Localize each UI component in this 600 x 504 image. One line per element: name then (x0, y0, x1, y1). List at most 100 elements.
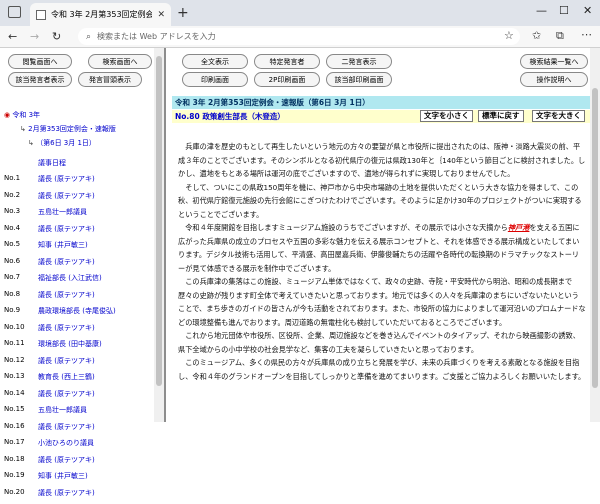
tree-session-label: 2月第353回定例会・速報版 (28, 125, 116, 133)
two-speakers-button[interactable]: 二発言表示 (326, 54, 392, 69)
meeting-header: 令和 3年 2月第353回定例会・速報版（第6日 3月 1日） (172, 96, 590, 109)
print-2p-button[interactable]: 2P印刷画面 (254, 72, 320, 87)
speaker-name[interactable]: 議長 (原テツアキ) (38, 422, 95, 432)
text-reset-button[interactable]: 標準に戻す (478, 110, 524, 122)
speech-body: 兵庫の津を歴史のもとして再生したいという地元の方々の要望が県と市役所に提出された… (178, 140, 586, 383)
text-larger-button[interactable]: 文字を大きく (532, 110, 585, 122)
speech-number: No.80 (175, 112, 200, 121)
speaker-name[interactable]: 議長 (原テツアキ) (38, 191, 95, 201)
collections-icon[interactable]: ⧉ (556, 29, 564, 43)
speaker-number: No.16 (4, 421, 25, 430)
speech-paragraph: このミュージアム、多くの県民の方々が兵庫県の成り立ちと発展を学び、未来の兵庫づく… (178, 358, 586, 381)
tree-day[interactable]: ↳ （第6日 3月 1日） (28, 138, 96, 148)
speaker-name[interactable]: 議長 (原テツアキ) (38, 290, 95, 300)
more-menu-icon[interactable]: ⋯ (581, 28, 592, 41)
circle-bullet-icon: ◉ (4, 111, 11, 119)
tree-day-label: （第6日 3月 1日） (36, 139, 96, 147)
speaker-list-item[interactable]: No.3 五島壮一郎議員 (0, 207, 155, 223)
speaker-name[interactable]: 知事 (井戸敏三) (38, 240, 88, 250)
keyword-link[interactable]: 神戸港 (508, 223, 530, 232)
minimize-icon[interactable]: — (536, 4, 547, 17)
speaker-name[interactable]: 議長 (原テツアキ) (38, 488, 95, 498)
speaker-list-item[interactable]: No.9 農政環境部長 (寺尾俊弘) (0, 306, 155, 322)
speaker-list-item[interactable]: No.16 議長 (原テツアキ) (0, 422, 155, 438)
speaker-name[interactable]: 議長 (原テツアキ) (38, 455, 95, 465)
favorites-icon[interactable]: ✩ (532, 29, 541, 42)
speaker-name[interactable]: 五島壮一郎議員 (38, 207, 87, 217)
speaker-list-item[interactable]: No.14 議長 (原テツアキ) (0, 389, 155, 405)
right-scrollbar[interactable] (590, 48, 600, 422)
search-icon: ⌕ (86, 31, 92, 42)
speech-paragraph: これから地元団体や市役所、区役所、企業、周辺施設などを巻き込んでイベントのタイア… (178, 331, 580, 354)
speaker-name[interactable]: 議長 (原テツアキ) (38, 323, 95, 333)
speaker-name[interactable]: 小池ひろのり議員 (38, 438, 94, 448)
speaker-heading-button[interactable]: 発言冒頭表示 (78, 72, 142, 87)
browser-tab[interactable]: 令和 3年 2月第353回定例会・速報 ✕ (30, 3, 171, 26)
speaker-list-item[interactable]: No.18 議長 (原テツアキ) (0, 455, 155, 471)
search-view-button[interactable]: 検索画面へ (88, 54, 152, 69)
tree-year[interactable]: ◉ 令和 3年 (4, 110, 40, 120)
specific-speaker-button[interactable]: 特定発言者 (254, 54, 320, 69)
speaker-number: No.19 (4, 471, 25, 479)
speaker-number: No.6 (4, 256, 21, 265)
speaker-name[interactable]: 議長 (原テツアキ) (38, 174, 95, 184)
speaker-name[interactable]: 議長 (原テツアキ) (38, 224, 95, 234)
tree-session[interactable]: ↳ 2月第353回定例会・速報版 (20, 124, 116, 134)
speaker-list-item[interactable]: No.10 議長 (原テツアキ) (0, 323, 155, 339)
tree-year-label: 令和 3年 (12, 111, 41, 119)
speaker-name[interactable]: 議長 (原テツアキ) (38, 389, 95, 399)
speaker-name[interactable]: 福祉部長 (入江武信) (38, 273, 102, 283)
speech-header: No.80 政策創生部長（木登造） 文字を小さく 標準に戻す 文字を大きく (172, 110, 590, 123)
speaker-number: No.15 (4, 405, 25, 413)
meeting-view-button[interactable]: 閲覧画面へ (8, 54, 72, 69)
speaker-list-item[interactable]: No.6 議長 (原テツアキ) (0, 257, 155, 273)
left-scrollbar[interactable] (154, 48, 164, 422)
speaker-list-item[interactable]: No.17 小池ひろのり議員 (0, 438, 155, 454)
speaker-name[interactable]: 農政環境部長 (寺尾俊弘) (38, 306, 116, 316)
speech-number-speaker: No.80 政策創生部長（木登造） (175, 110, 285, 123)
operation-help-button[interactable]: 操作説明へ (520, 72, 588, 87)
speech-text: 令和４年度開館を目指しますミュージアム施設のうちでございますが、その展示では小さ… (185, 223, 508, 232)
right-scrollbar-thumb[interactable] (592, 88, 598, 388)
speech-paragraph: そして、ついにこの県政150周年を機に、神戸市から中央市場跡の土地を提供いただく… (178, 182, 582, 219)
new-tab-icon[interactable]: + (177, 5, 189, 21)
speaker-number: No.8 (4, 289, 21, 298)
speaker-list-item[interactable]: No.11 環境部長 (田中基康) (0, 339, 155, 355)
forward-icon[interactable]: → (30, 30, 39, 43)
search-results-button[interactable]: 検索結果一覧へ (520, 54, 588, 69)
speaker-name[interactable]: 議長 (原テツアキ) (38, 356, 95, 366)
speaker-list-item[interactable]: No.5 知事 (井戸敏三) (0, 240, 155, 256)
speaker-list-item[interactable]: No.12 議長 (原テツアキ) (0, 356, 155, 372)
print-view-button[interactable]: 印刷画面 (182, 72, 248, 87)
speaker-list-item[interactable]: No.20 議長 (原テツアキ) (0, 488, 155, 504)
speaker-name[interactable]: 議長 (原テツアキ) (38, 257, 95, 267)
speaker-number: No.3 (4, 207, 21, 215)
tab-actions-icon[interactable] (8, 6, 21, 18)
speaker-name[interactable]: 教育長 (西上三鶴) (38, 372, 95, 382)
address-bar[interactable]: ⌕ 検索または Web アドレスを入力 (78, 28, 520, 45)
left-scrollbar-thumb[interactable] (156, 56, 162, 386)
text-smaller-button[interactable]: 文字を小さく (420, 110, 473, 122)
speaker-list-item[interactable]: No.1 議長 (原テツアキ) (0, 174, 155, 190)
speaker-list-item[interactable]: No.15 五島壮一郎議員 (0, 405, 155, 421)
window-close-icon[interactable]: ✕ (583, 4, 592, 17)
speaker-number: No.4 (4, 223, 21, 232)
refresh-icon[interactable]: ↻ (52, 30, 61, 43)
tree-agenda[interactable]: 議事日程 (38, 158, 66, 168)
speaker-list-item[interactable]: No.8 議長 (原テツアキ) (0, 290, 155, 306)
back-icon[interactable]: ← (8, 30, 17, 43)
tab-close-icon[interactable]: ✕ (157, 10, 165, 20)
speaker-list-item[interactable]: No.7 福祉部長 (入江武信) (0, 273, 155, 289)
speaker-list-item[interactable]: No.2 議長 (原テツアキ) (0, 191, 155, 207)
speaker-name[interactable]: 環境部長 (田中基康) (38, 339, 102, 349)
speaker-name[interactable]: 知事 (井戸敏三) (38, 471, 88, 481)
maximize-icon[interactable]: ☐ (559, 4, 569, 17)
full-text-button[interactable]: 全文表示 (182, 54, 248, 69)
speaker-list-item[interactable]: No.4 議長 (原テツアキ) (0, 224, 155, 240)
favorite-star-icon[interactable]: ☆ (504, 29, 514, 42)
speaker-list-button[interactable]: 該当発言者表示 (8, 72, 72, 87)
speaker-name[interactable]: 五島壮一郎議員 (38, 405, 87, 415)
speaker-list-item[interactable]: No.19 知事 (井戸敏三) (0, 471, 155, 487)
print-selected-button[interactable]: 該当部印刷画面 (326, 72, 392, 87)
speaker-list-item[interactable]: No.13 教育長 (西上三鶴) (0, 372, 155, 388)
